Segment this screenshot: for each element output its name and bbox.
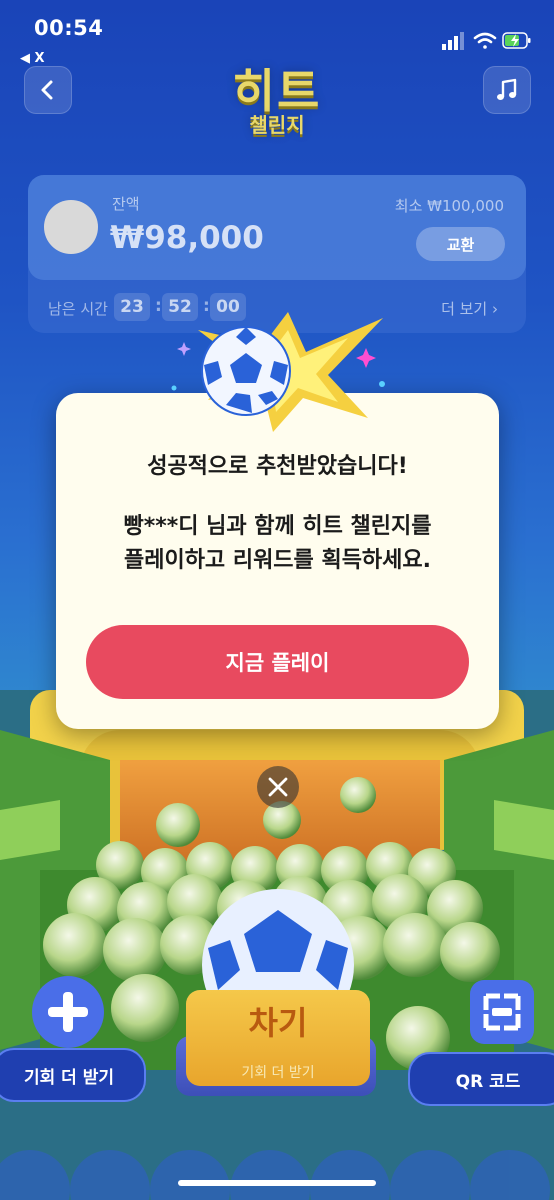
qr-badge <box>470 980 534 1044</box>
remaining-time-label: 남은 시간 <box>48 300 108 318</box>
play-now-button[interactable]: 지금 플레이 <box>86 625 469 699</box>
home-indicator[interactable] <box>178 1180 376 1186</box>
music-button[interactable] <box>483 66 531 114</box>
qr-code-button[interactable]: QR 코드 <box>408 1052 554 1106</box>
plus-badge <box>32 976 104 1048</box>
battery-icon <box>502 32 531 49</box>
minimum-amount: 최소 ₩100,000 <box>394 197 504 215</box>
timer-hours: 23 <box>114 293 150 321</box>
see-more-link[interactable]: 더 보기 › <box>441 298 498 319</box>
balance-value: ₩98,000 <box>110 220 264 256</box>
modal-body-line2: 플레이하고 리워드를 획득하세요. <box>123 548 432 573</box>
modal-title: 성공적으로 추천받았습니다! <box>147 454 408 479</box>
modal-body: 빵***디 님과 함께 히트 챌린지를 플레이하고 리워드를 획득하세요. <box>56 510 499 578</box>
chevron-left-icon <box>41 80 53 100</box>
hit-challenge-logo: 히트 챌린지 <box>200 66 354 136</box>
soccer-ball-icon <box>201 326 291 416</box>
exchange-button[interactable]: 교환 <box>416 227 505 261</box>
logo-sub-text: 챌린지 <box>249 113 305 137</box>
get-more-chances-button[interactable]: 기회 더 받기 <box>0 1048 146 1102</box>
kick-label: 차기 <box>248 1004 308 1042</box>
modal-body-line1: 빵***디 님과 함께 히트 챌린지를 <box>123 514 432 539</box>
close-button[interactable] <box>257 766 299 808</box>
close-icon <box>268 777 288 797</box>
balance-label: 잔액 <box>112 195 140 213</box>
avatar <box>44 200 98 254</box>
status-time: 00:54 <box>34 16 104 40</box>
status-icons <box>442 32 531 50</box>
back-to-app-link[interactable]: ◀ X <box>20 51 45 66</box>
music-note-icon <box>497 78 517 100</box>
timer-separator: : <box>155 296 162 316</box>
kick-sub-label: 기회 더 받기 <box>241 1065 315 1081</box>
signal-icon <box>442 32 464 50</box>
logo-main-text: 히트 <box>232 64 322 118</box>
back-button[interactable] <box>24 66 72 114</box>
wifi-icon <box>473 32 497 49</box>
